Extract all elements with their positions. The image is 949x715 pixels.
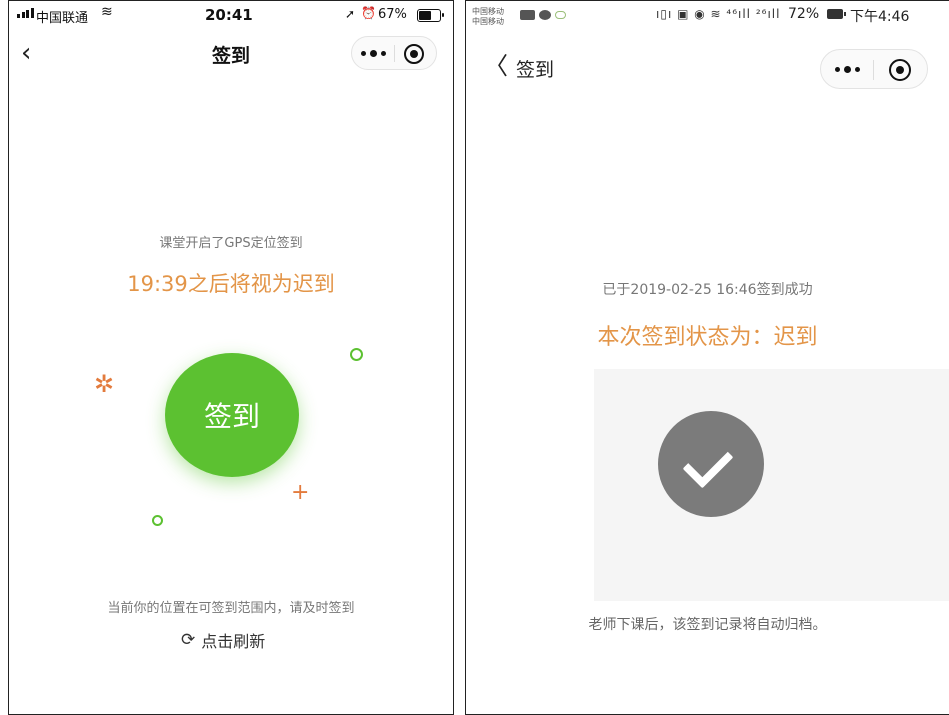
archive-notice: 老师下课后，该签到记录将自动归档。 bbox=[588, 617, 827, 633]
late-deadline: 19:39之后将视为迟到 bbox=[127, 272, 335, 296]
decor-star-icon: ✲ bbox=[94, 370, 115, 398]
status-bar: 中国联通 ≋ 20:41 ➚ ⏰ 67% bbox=[9, 1, 453, 31]
checkin-button[interactable]: 签到 bbox=[165, 353, 299, 477]
cloud-icon bbox=[555, 11, 566, 19]
checkin-status-text: 本次签到状态为：迟到 bbox=[597, 325, 818, 350]
capsule-divider bbox=[394, 45, 395, 62]
decor-plus-icon: + bbox=[291, 480, 310, 505]
gps-hint: 课堂开启了GPS定位签到 bbox=[159, 236, 303, 251]
target-close-icon[interactable] bbox=[404, 44, 424, 64]
miniprogram-capsule bbox=[351, 36, 437, 70]
more-dots-icon[interactable] bbox=[821, 50, 873, 88]
target-close-icon[interactable] bbox=[889, 59, 911, 81]
decor-circle-icon bbox=[350, 348, 363, 361]
wifi-icon: ≋ bbox=[101, 4, 113, 20]
status-time: 20:41 bbox=[205, 6, 253, 24]
status-bar: 中国移动 中国移动 ı▯ı ▣ ◉ ≋ ⁴⁶ıll ²⁶ıll 72% 下午4:… bbox=[466, 1, 949, 37]
signal-icon bbox=[17, 8, 34, 18]
refresh-label: 点击刷新 bbox=[201, 632, 266, 651]
alarm-icon: ⏰ bbox=[361, 6, 376, 20]
battery-percent: 67% bbox=[378, 7, 407, 22]
more-dots-icon[interactable] bbox=[352, 37, 394, 69]
location-status: 当前你的位置在可签到范围内，请及时签到 bbox=[107, 601, 355, 616]
ios-checkin-screen: 中国联通 ≋ 20:41 ➚ ⏰ 67% ‹ 签到 课堂开启了GPS定位签到 1… bbox=[8, 0, 454, 715]
page-title: 签到 bbox=[516, 59, 555, 81]
carrier-name: 中国联通 bbox=[36, 11, 89, 26]
briefcase-icon bbox=[520, 10, 535, 20]
checkin-success-text: 已于2019-02-25 16:46签到成功 bbox=[602, 282, 813, 298]
checkmark-icon bbox=[658, 411, 764, 517]
capsule-divider bbox=[873, 60, 874, 80]
refresh-button[interactable]: ⟳ 点击刷新 bbox=[181, 628, 265, 652]
battery-icon bbox=[417, 9, 444, 22]
refresh-icon: ⟳ bbox=[181, 630, 196, 650]
miniprogram-capsule bbox=[820, 49, 928, 89]
battery-percent: 72% bbox=[788, 6, 820, 22]
carrier-name: 中国移动 bbox=[472, 17, 504, 26]
back-button[interactable]: 〈 bbox=[484, 50, 508, 82]
decor-circle-icon bbox=[152, 515, 163, 526]
chat-icon bbox=[539, 10, 551, 20]
result-panel bbox=[594, 369, 949, 601]
location-arrow-icon: ➚ bbox=[345, 7, 356, 21]
android-checkin-result-screen: 中国移动 中国移动 ı▯ı ▣ ◉ ≋ ⁴⁶ıll ²⁶ıll 72% 下午4:… bbox=[465, 0, 949, 715]
status-time: 下午4:46 bbox=[850, 9, 910, 25]
carrier-names: 中国移动 中国移动 bbox=[472, 7, 504, 27]
battery-icon bbox=[827, 9, 846, 19]
notification-icons bbox=[520, 10, 566, 20]
system-status-icons: ı▯ı ▣ ◉ ≋ ⁴⁶ıll ²⁶ıll bbox=[656, 7, 781, 21]
carrier-name: 中国移动 bbox=[472, 7, 504, 16]
